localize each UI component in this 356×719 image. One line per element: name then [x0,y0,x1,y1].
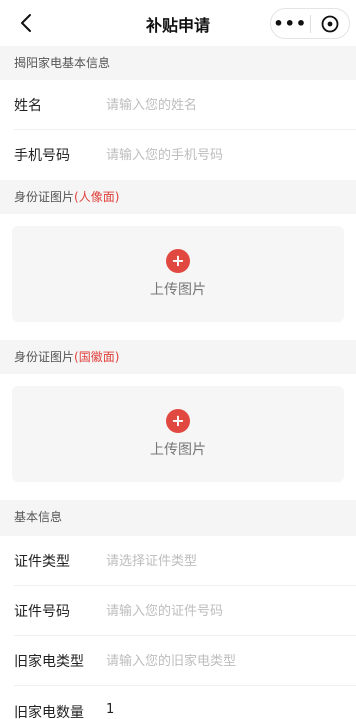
id-front-upload-section: + 上传图片 [0,214,356,340]
name-row: 姓名 [0,80,356,130]
id-number-input[interactable] [106,603,326,619]
section-title-highlight: (人像面) [74,190,120,204]
id-type-row[interactable]: 证件类型 [0,536,356,586]
nav-bar: 补贴申请 ••• [0,0,356,46]
id-type-label: 证件类型 [14,554,70,570]
id-front-upload-button[interactable]: + 上传图片 [12,226,344,322]
old-appliance-count-row: 旧家电数量 1 [0,686,356,719]
section-header-basic-info: 基本信息 [0,500,356,534]
upload-label: 上传图片 [150,442,206,458]
section-header-id-front: 身份证图片(人像面) [0,180,356,214]
name-label: 姓名 [14,98,42,114]
mini-program-capsule: ••• [270,8,350,39]
phone-row: 手机号码 [0,130,356,180]
name-input[interactable] [106,97,326,113]
plus-icon: + [166,409,190,433]
phone-input[interactable] [106,147,326,163]
section-title-highlight: (国徽面) [74,350,120,364]
old-appliance-count-value[interactable]: 1 [106,702,114,717]
id-type-picker[interactable] [106,553,326,569]
more-button[interactable]: ••• [271,9,310,38]
id-back-upload-section: + 上传图片 [0,374,356,500]
id-number-label: 证件号码 [14,604,70,620]
section-title: 揭阳家电基本信息 [14,56,111,70]
section-title: 基本信息 [14,510,63,524]
id-back-upload-button[interactable]: + 上传图片 [12,386,344,482]
section-title: 身份证图片 [14,350,75,364]
old-appliance-type-row: 旧家电类型 [0,636,356,686]
more-dots-icon: ••• [273,13,308,33]
old-appliance-count-label: 旧家电数量 [14,705,84,719]
old-appliance-type-label: 旧家电类型 [14,654,84,670]
phone-label: 手机号码 [14,148,70,164]
close-button[interactable] [310,9,349,38]
upload-label: 上传图片 [150,282,206,298]
section-title: 身份证图片 [14,190,75,204]
section-header-id-back: 身份证图片(国徽面) [0,340,356,374]
close-circle-icon [321,15,339,32]
old-appliance-type-input[interactable] [106,653,326,669]
id-number-row: 证件号码 [0,586,356,636]
plus-icon: + [166,249,190,273]
section-header-store-info: 揭阳家电基本信息 [0,46,356,80]
